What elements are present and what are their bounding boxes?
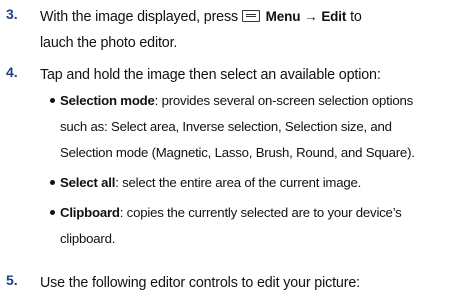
option-select-all: Select all: select the entire area of th…: [50, 170, 476, 196]
option-line: clipboard.: [60, 231, 116, 246]
step-number: 4.: [6, 64, 18, 80]
bullet-icon: [50, 98, 55, 103]
step-number: 3.: [6, 6, 18, 22]
option-line: Selection mode: provides several on-scre…: [60, 88, 476, 114]
option-line: Select all: select the entire area of th…: [60, 170, 476, 196]
option-desc: : copies the currently selected are to y…: [119, 205, 402, 220]
option-clipboard: Clipboard: copies the currently selected…: [50, 200, 476, 252]
option-term: Select all: [60, 175, 116, 190]
option-line: Clipboard: copies the currently selected…: [60, 200, 476, 226]
step-5-line: Use the following editor controls to edi…: [40, 275, 360, 291]
step-number: 5.: [6, 272, 18, 288]
arrow-glyph: →: [304, 9, 318, 24]
step-4-line: Tap and hold the image then select an av…: [40, 67, 381, 83]
option-desc: : select the entire area of the current …: [115, 175, 362, 190]
step-5: 5. Use the following editor controls to …: [0, 270, 476, 296]
option-term: Selection mode: [60, 93, 155, 108]
option-desc: : provides several on-screen selection o…: [154, 93, 414, 108]
option-line: such as: Select area, Inverse selection,…: [60, 119, 392, 134]
bullet-icon: [50, 180, 55, 185]
step-3-line-2: lauch the photo editor.: [40, 35, 178, 51]
manual-page: 3. With the image displayed, press Menu …: [0, 0, 476, 299]
step-3: 3. With the image displayed, press Menu …: [0, 4, 476, 56]
option-list: Selection mode: provides several on-scre…: [40, 88, 476, 252]
step-3-text: With the image displayed, press Menu → E…: [40, 4, 476, 56]
step-4-text: Tap and hold the image then select an av…: [40, 62, 476, 88]
step-5-text: Use the following editor controls to edi…: [40, 270, 476, 296]
step-3-text-before: With the image displayed, press: [40, 9, 238, 25]
step-3-text-after: to: [350, 9, 362, 25]
step-3-line-1: With the image displayed, press Menu → E…: [40, 4, 476, 30]
edit-label: Edit: [321, 9, 347, 24]
option-selection-mode: Selection mode: provides several on-scre…: [50, 88, 476, 166]
option-term: Clipboard: [60, 205, 120, 220]
bullet-icon: [50, 210, 55, 215]
step-4: 4. Tap and hold the image then select an…: [0, 62, 476, 88]
option-line: Selection mode (Magnetic, Lasso, Brush, …: [60, 145, 415, 160]
menu-label: Menu: [265, 9, 301, 24]
menu-key-icon: [241, 10, 260, 22]
